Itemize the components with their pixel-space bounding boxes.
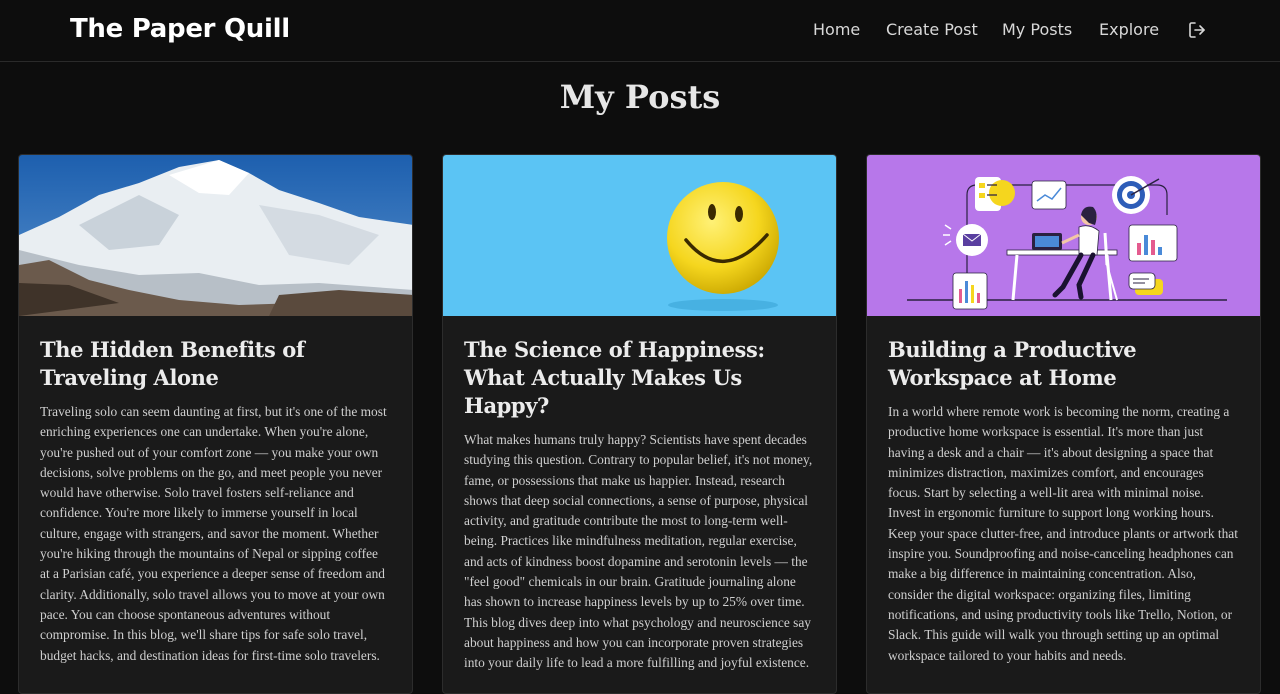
page-title: My Posts [559,78,721,116]
nav-link-create-post[interactable]: Create Post [886,20,978,39]
post-excerpt: What makes humans truly happy? Scientist… [464,432,813,671]
nav-link-explore[interactable]: Explore [1099,20,1159,39]
post-card[interactable]: The Hidden Benefits of Traveling Alone T… [18,154,413,694]
post-title[interactable]: The Hidden Benefits of Traveling Alone [40,336,390,392]
post-excerpt: Traveling solo can seem daunting at firs… [40,404,387,663]
post-excerpt: In a world where remote work is becoming… [888,404,1238,663]
post-card[interactable]: Building a Productive Workspace at Home … [866,154,1261,694]
smiley-face-image [443,155,836,316]
logout-icon[interactable] [1187,20,1207,40]
nav-link-my-posts[interactable]: My Posts [1002,20,1072,39]
post-title[interactable]: The Science of Happiness: What Actually … [464,336,814,420]
snowy-mountain-image [19,155,412,316]
post-card[interactable]: The Science of Happiness: What Actually … [442,154,837,694]
brand-logo[interactable]: The Paper Quill [70,14,290,44]
workspace-illustration-image [867,155,1260,316]
nav-link-home[interactable]: Home [813,20,860,39]
navbar: The Paper Quill Home Create Post My Post… [0,0,1280,62]
post-title[interactable]: Building a Productive Workspace at Home [888,336,1238,392]
